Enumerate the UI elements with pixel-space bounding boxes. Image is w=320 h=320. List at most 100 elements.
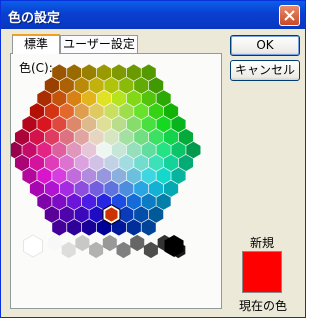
color-cell[interactable]	[126, 193, 141, 210]
color-cell[interactable]	[74, 154, 89, 172]
color-cell[interactable]	[119, 128, 134, 146]
color-cell[interactable]	[89, 206, 104, 223]
color-cell[interactable]	[22, 141, 37, 159]
color-cell[interactable]	[104, 154, 119, 172]
color-cell[interactable]	[126, 167, 141, 184]
color-cell[interactable]	[82, 141, 97, 159]
color-cell[interactable]	[141, 64, 156, 81]
color-cell[interactable]	[67, 167, 82, 184]
color-cell[interactable]	[74, 206, 89, 223]
selected-color-cell[interactable]	[103, 205, 120, 224]
color-cell[interactable]	[149, 180, 164, 197]
gray-cell[interactable]	[130, 234, 145, 252]
gray-cell[interactable]	[47, 234, 63, 252]
color-cell[interactable]	[141, 219, 156, 236]
color-cell[interactable]	[178, 128, 194, 146]
color-cell[interactable]	[82, 219, 97, 236]
color-cell[interactable]	[59, 180, 74, 197]
color-cell[interactable]	[29, 103, 45, 120]
color-cell[interactable]	[67, 141, 82, 159]
color-cell[interactable]	[156, 167, 171, 184]
color-cell[interactable]	[44, 77, 59, 94]
color-cell[interactable]	[134, 103, 149, 120]
gray-cell[interactable]	[102, 234, 117, 252]
color-cell[interactable]	[126, 90, 141, 107]
color-cell[interactable]	[52, 167, 67, 184]
color-cell[interactable]	[104, 128, 119, 146]
color-cell[interactable]	[156, 90, 171, 107]
color-cell[interactable]	[89, 103, 104, 120]
color-cell[interactable]	[14, 154, 30, 172]
color-cell[interactable]	[22, 116, 37, 133]
color-cell[interactable]	[96, 64, 112, 81]
gray-cell[interactable]	[116, 241, 131, 259]
title-bar[interactable]: 色の設定	[1, 1, 305, 29]
color-palette[interactable]	[11, 54, 223, 310]
color-cell[interactable]	[141, 90, 156, 107]
color-cell[interactable]	[52, 193, 67, 210]
color-cell[interactable]	[178, 154, 194, 172]
color-cell[interactable]	[141, 141, 156, 159]
gray-cell[interactable]	[61, 241, 76, 259]
color-cell[interactable]	[126, 141, 141, 159]
color-cell[interactable]	[59, 77, 74, 94]
color-cell[interactable]	[59, 103, 74, 120]
color-cell[interactable]	[74, 77, 89, 94]
color-cell[interactable]	[111, 141, 126, 159]
color-cell[interactable]	[22, 167, 37, 184]
color-cell[interactable]	[156, 116, 171, 133]
color-cell[interactable]	[82, 193, 97, 210]
color-cell[interactable]	[44, 103, 59, 120]
color-cell[interactable]	[126, 116, 141, 133]
color-cell[interactable]	[134, 154, 149, 172]
color-cell[interactable]	[74, 128, 89, 146]
color-cell[interactable]	[67, 219, 82, 236]
color-cell[interactable]	[82, 167, 97, 184]
color-cell[interactable]	[134, 180, 149, 197]
tab-standard[interactable]: 標準	[12, 34, 60, 54]
color-cell[interactable]	[96, 141, 112, 159]
color-cell[interactable]	[52, 64, 67, 81]
ok-button[interactable]: OK	[230, 35, 300, 56]
color-cell[interactable]	[82, 90, 97, 107]
color-cell[interactable]	[171, 116, 186, 133]
color-cell[interactable]	[74, 180, 89, 197]
color-cell[interactable]	[29, 154, 45, 172]
color-cell[interactable]	[163, 154, 179, 172]
color-cell[interactable]	[89, 180, 104, 197]
color-cell[interactable]	[104, 77, 119, 94]
color-cell[interactable]	[67, 64, 82, 81]
color-cell[interactable]	[149, 103, 164, 120]
color-cell[interactable]	[37, 90, 52, 107]
color-cell[interactable]	[37, 193, 52, 210]
color-cell[interactable]	[37, 116, 52, 133]
color-cell[interactable]	[134, 206, 149, 223]
color-cell[interactable]	[141, 193, 156, 210]
color-cell[interactable]	[52, 219, 67, 236]
color-cell[interactable]	[149, 128, 164, 146]
color-cell[interactable]	[29, 180, 45, 197]
color-cell[interactable]	[89, 77, 104, 94]
color-cell[interactable]	[37, 167, 52, 184]
color-cell[interactable]	[111, 90, 126, 107]
color-cell[interactable]	[119, 206, 134, 223]
color-cell[interactable]	[29, 128, 45, 146]
color-cell[interactable]	[111, 167, 126, 184]
color-cell[interactable]	[14, 128, 30, 146]
gray-cell[interactable]	[75, 234, 90, 252]
color-cell[interactable]	[171, 167, 186, 184]
color-cell[interactable]	[126, 219, 141, 236]
color-cell[interactable]	[119, 103, 134, 120]
color-cell[interactable]	[52, 116, 67, 133]
color-cell[interactable]	[89, 128, 104, 146]
color-cell[interactable]	[111, 116, 126, 133]
color-cell[interactable]	[163, 128, 179, 146]
color-cell[interactable]	[52, 90, 67, 107]
color-cell[interactable]	[163, 180, 179, 197]
color-cell[interactable]	[44, 180, 59, 197]
color-cell[interactable]	[44, 128, 59, 146]
gray-cell[interactable]	[89, 241, 104, 259]
tab-custom[interactable]: ユーザー設定	[60, 35, 138, 54]
color-cell[interactable]	[149, 206, 164, 223]
cancel-button[interactable]: キャンセル	[230, 60, 300, 81]
